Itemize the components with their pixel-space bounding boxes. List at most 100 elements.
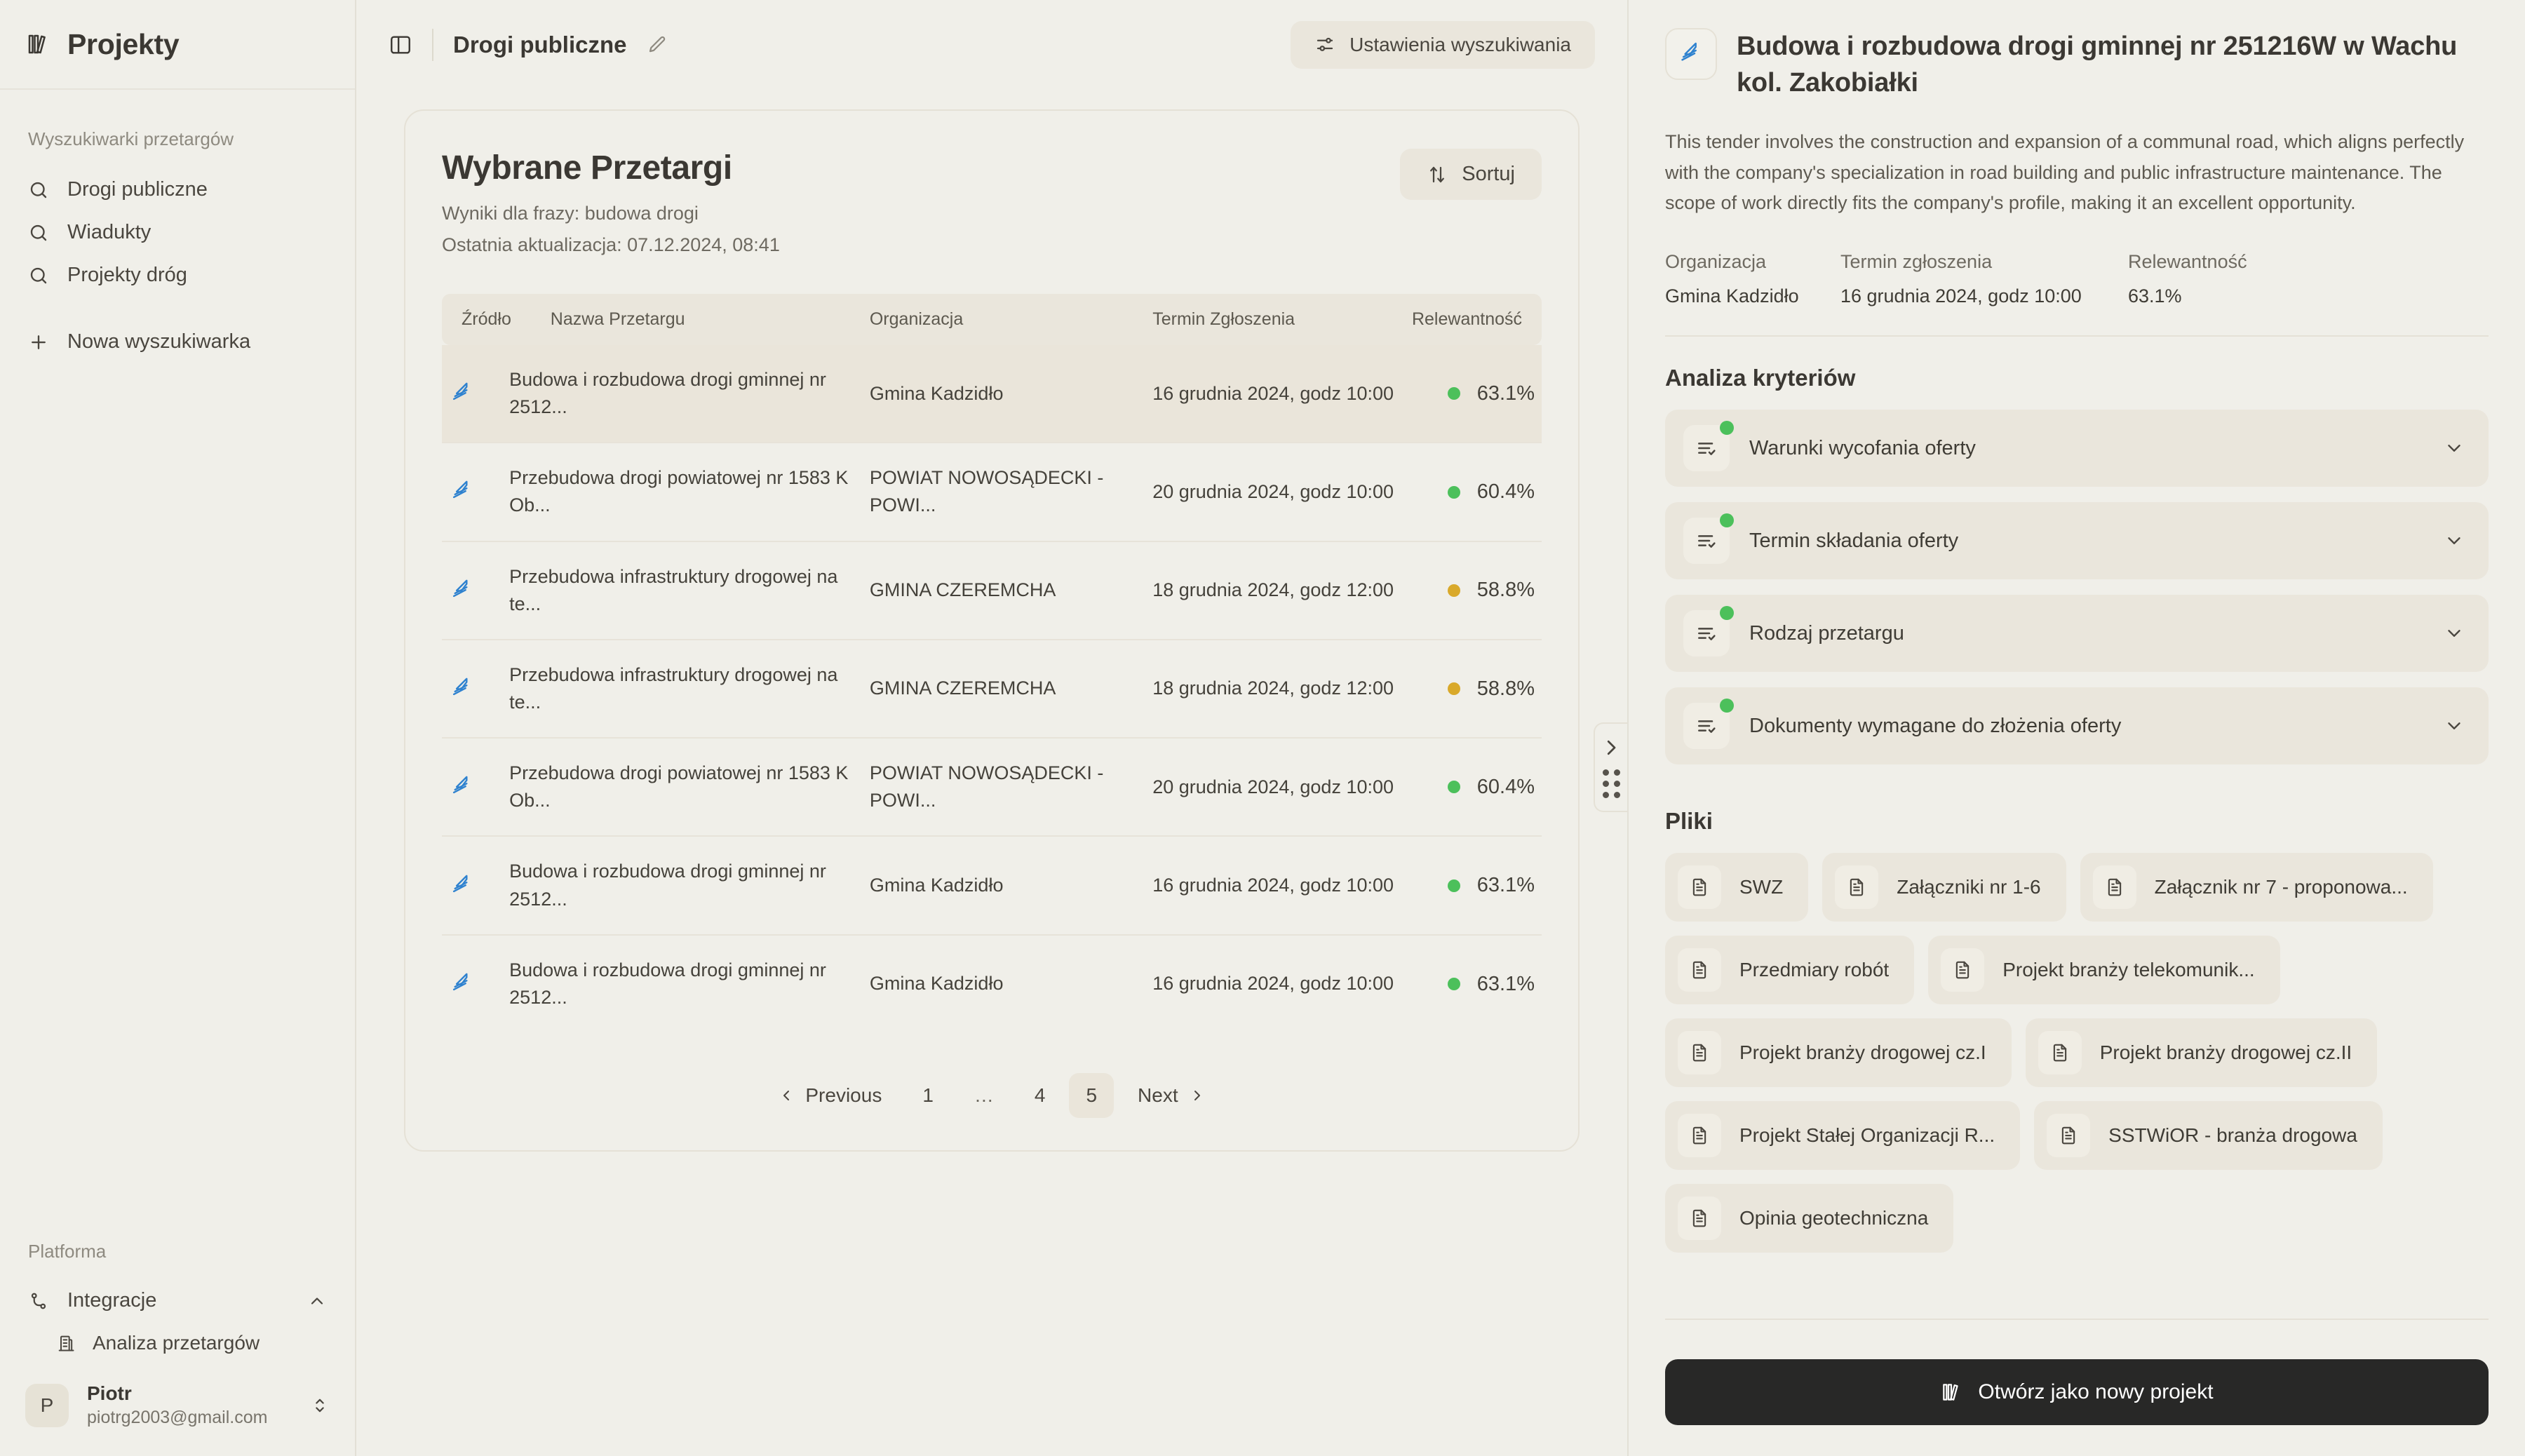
open-as-new-project-label: Otwórz jako nowy projekt xyxy=(1978,1380,2214,1403)
pagination-previous[interactable]: Previous xyxy=(762,1073,898,1118)
tender-relevance-cell: 60.4% xyxy=(1405,738,1542,836)
table-row[interactable]: Przebudowa drogi powiatowej nr 1583 K Ob… xyxy=(442,443,1542,541)
meta-label: Relewantność xyxy=(2128,251,2247,273)
table-row[interactable]: Przebudowa infrastruktury drogowej na te… xyxy=(442,640,1542,739)
file-label: Projekt branży drogowej cz.I xyxy=(1739,1042,1986,1064)
criterion-termin-skladania-oferty[interactable]: Termin składania oferty xyxy=(1665,502,2489,580)
page-title: Wybrane Przetargi xyxy=(442,149,732,187)
chevron-right-icon xyxy=(1601,737,1622,758)
table-row[interactable]: Budowa i rozbudowa drogi gminnej nr 2512… xyxy=(442,345,1542,443)
books-icon xyxy=(25,32,50,57)
file-item[interactable]: Projekt branży drogowej cz.II xyxy=(2025,1018,2378,1088)
breadcrumb: Drogi publiczne xyxy=(453,32,627,58)
criterion-dokumenty-wymagane[interactable]: Dokumenty wymagane do złożenia oferty xyxy=(1665,687,2489,765)
table-row[interactable]: Budowa i rozbudowa drogi gminnej nr 2512… xyxy=(442,836,1542,935)
table-row[interactable]: Budowa i rozbudowa drogi gminnej nr 2512… xyxy=(442,935,1542,1032)
tender-relevance-cell: 63.1% xyxy=(1405,935,1542,1032)
status-badge xyxy=(1448,682,1461,696)
source-cell xyxy=(442,345,502,443)
source-flag-icon xyxy=(449,478,495,505)
pagination-page-4[interactable]: 4 xyxy=(1018,1073,1063,1118)
toggle-sidebar-icon[interactable] xyxy=(389,33,412,57)
open-as-new-project-button[interactable]: Otwórz jako nowy projekt xyxy=(1665,1359,2489,1425)
tender-deadline: 16 grudnia 2024, godz 10:00 xyxy=(1152,874,1394,896)
document-icon xyxy=(1678,865,1721,910)
meta-label: Organizacja xyxy=(1665,251,1767,273)
tender-name: Budowa i rozbudowa drogi gminnej nr 2512… xyxy=(509,861,826,910)
detail-panel: Budowa i rozbudowa drogi gminnej nr 2512… xyxy=(1627,0,2525,1456)
tender-relevance-cell: 58.8% xyxy=(1405,640,1542,738)
file-item[interactable]: SWZ xyxy=(1665,853,1809,922)
building-icon xyxy=(56,1333,76,1353)
file-item[interactable]: Przedmiary robót xyxy=(1665,936,1915,1005)
edit-pencil-icon[interactable] xyxy=(647,34,668,55)
sliders-icon xyxy=(1314,34,1335,55)
app-root: Projekty Wyszukiwarki przetargów Drogi p… xyxy=(0,0,2525,1456)
chevron-down-icon xyxy=(2444,623,2465,644)
tender-name: Przebudowa drogi powiatowej nr 1583 K Ob… xyxy=(509,762,849,811)
tender-deadline: 20 grudnia 2024, godz 10:00 xyxy=(1152,480,1394,502)
sidebar-item-wiadukty[interactable]: Wiadukty xyxy=(0,211,355,254)
pagination-page-5[interactable]: 5 xyxy=(1069,1072,1115,1118)
file-item[interactable]: SSTWiOR - branża drogowa xyxy=(2034,1101,2383,1171)
user-account-button[interactable]: P Piotr piotrg2003@gmail.com xyxy=(0,1364,355,1456)
files-list: SWZ Załączniki nr 1-6 Załącznik nr 7 - p… xyxy=(1665,853,2489,1253)
search-icon xyxy=(28,265,49,286)
status-badge xyxy=(1720,699,1734,713)
tender-org: POWIAT NOWOSĄDECKI - POWI... xyxy=(869,467,1104,516)
detail-meta-organization: Organizacja Gmina Kadzidło xyxy=(1665,251,1840,307)
source-flag-icon xyxy=(449,675,495,702)
search-settings-button[interactable]: Ustawienia wyszukiwania xyxy=(1291,21,1595,69)
file-item[interactable]: Projekt Stałej Organizacji R... xyxy=(1665,1101,2021,1171)
file-label: SWZ xyxy=(1739,876,1784,898)
file-item[interactable]: Projekt branży telekomunik... xyxy=(1928,936,2280,1005)
source-cell xyxy=(442,738,502,836)
tender-org: GMINA CZEREMCHA xyxy=(869,579,1056,601)
criterion-warunki-wycofania-oferty[interactable]: Warunki wycofania oferty xyxy=(1665,410,2489,487)
tender-name: Budowa i rozbudowa drogi gminnej nr 2512… xyxy=(509,369,826,418)
table-header-row: Źródło Nazwa Przetargu Organizacja Termi… xyxy=(442,294,1542,345)
tender-relevance-cell: 63.1% xyxy=(1405,836,1542,934)
file-item[interactable]: Załącznik nr 7 - proponowa... xyxy=(2080,853,2433,922)
criterion-rodzaj-przetargu[interactable]: Rodzaj przetargu xyxy=(1665,595,2489,673)
table-row[interactable]: Przebudowa infrastruktury drogowej na te… xyxy=(442,541,1542,640)
chevron-up-icon xyxy=(307,1291,327,1311)
tender-name: Przebudowa infrastruktury drogowej na te… xyxy=(509,565,838,614)
file-label: SSTWiOR - branża drogowa xyxy=(2108,1124,2357,1147)
tenders-table-head: Źródło Nazwa Przetargu Organizacja Termi… xyxy=(442,294,1542,345)
footer-divider xyxy=(1665,1319,2489,1320)
sidebar-item-analiza-przetargow[interactable]: Analiza przetargów xyxy=(0,1322,355,1364)
pagination-next[interactable]: Next xyxy=(1121,1073,1222,1118)
sidebar-item-integracje[interactable]: Integracje xyxy=(0,1279,355,1322)
file-item[interactable]: Opinia geotechniczna xyxy=(1665,1184,1954,1253)
tender-relevance-cell: 63.1% xyxy=(1405,345,1542,443)
tender-deadline: 16 grudnia 2024, godz 10:00 xyxy=(1152,382,1394,404)
table-row[interactable]: Przebudowa drogi powiatowej nr 1583 K Ob… xyxy=(442,738,1542,837)
tender-name: Budowa i rozbudowa drogi gminnej nr 2512… xyxy=(509,959,826,1008)
sidebar-item-projekty-drog[interactable]: Projekty dróg xyxy=(0,254,355,297)
file-label: Projekt Stałej Organizacji R... xyxy=(1739,1124,1995,1147)
file-label: Załączniki nr 1-6 xyxy=(1897,876,2041,898)
drag-grip-icon xyxy=(1602,769,1620,798)
detail-meta-relevance: Relewantność 63.1% xyxy=(2128,251,2247,307)
chevron-up-down-icon xyxy=(310,1396,330,1415)
sidebar-item-drogi-publiczne[interactable]: Drogi publiczne xyxy=(0,168,355,211)
detail-meta-deadline: Termin zgłoszenia 16 grudnia 2024, godz … xyxy=(1840,251,2128,307)
search-icon xyxy=(28,180,49,201)
document-icon xyxy=(1678,1197,1721,1241)
chevron-down-icon xyxy=(2444,715,2465,736)
tender-name: Przebudowa drogi powiatowej nr 1583 K Ob… xyxy=(509,467,849,516)
user-meta: Piotr piotrg2003@gmail.com xyxy=(87,1382,267,1428)
user-email: piotrg2003@gmail.com xyxy=(87,1408,268,1427)
tender-deadline: 16 grudnia 2024, godz 10:00 xyxy=(1152,973,1394,995)
file-item[interactable]: Projekt branży drogowej cz.I xyxy=(1665,1018,2012,1088)
new-searcher-button[interactable]: Nowa wyszukiwarka xyxy=(0,321,355,363)
pagination-page-1[interactable]: 1 xyxy=(905,1073,950,1118)
panel-collapse-handle[interactable] xyxy=(1594,722,1627,812)
column-header-organization: Organizacja xyxy=(862,294,1146,345)
sort-arrows-icon xyxy=(1427,164,1448,185)
file-item[interactable]: Załączniki nr 1-6 xyxy=(1822,853,2066,922)
sort-button[interactable]: Sortuj xyxy=(1400,149,1542,200)
files-heading: Pliki xyxy=(1665,808,1713,835)
